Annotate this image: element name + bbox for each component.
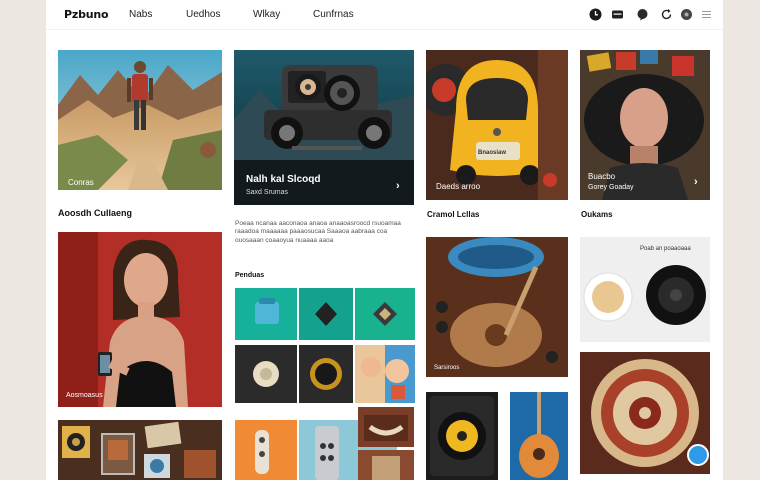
case-image — [255, 298, 279, 324]
tile-man-portrait[interactable]: Buacbo Gorey Goaday › — [580, 50, 710, 200]
frame-image — [372, 456, 400, 480]
product-teal-case[interactable] — [235, 288, 297, 340]
tile-acoustic-guitar[interactable] — [510, 392, 568, 480]
section-title-col3: Cramol Lcllas — [427, 210, 480, 219]
section-title-col4: Oukams — [581, 210, 613, 219]
car-arrow[interactable]: › — [396, 180, 400, 192]
tile-collage[interactable] — [58, 420, 222, 480]
product-orange-remote[interactable] — [235, 420, 297, 480]
lamp-image — [253, 361, 279, 387]
product-dark-ring[interactable] — [299, 345, 353, 403]
car-subtitle: Saxd Srumas — [246, 189, 289, 196]
record-icon[interactable] — [680, 8, 693, 21]
grid-title: Penduas — [235, 272, 265, 279]
nav-link-4[interactable]: Cunfrnas — [313, 9, 354, 20]
man-caption-2: Gorey Goaday — [588, 184, 634, 191]
section-title-col1: Aoosdh Cullaeng — [58, 208, 132, 218]
portrait-caption: Aosmoasus — [66, 392, 103, 399]
car-plate-label: Bnaosiaw — [478, 150, 507, 156]
product-teal-watch[interactable] — [355, 288, 415, 340]
tile-yellow-car[interactable]: Bnaosiaw Daeds arroo — [426, 50, 568, 200]
tile-tableware[interactable]: Poab an poaaoaaa — [580, 237, 710, 342]
watch-image — [373, 302, 397, 326]
acoustic-guitar-image — [519, 392, 559, 478]
nav-link-2[interactable]: Uedhos — [186, 9, 220, 20]
tile-vintage-car[interactable]: Nalh kal Slcoqd Saxd Srumas › — [234, 50, 414, 205]
yellow-car-caption: Daeds arroo — [436, 182, 481, 191]
teeth-image — [364, 415, 408, 441]
clock-icon[interactable] — [589, 8, 602, 21]
floating-action-button[interactable] — [687, 444, 709, 466]
tile-desert-hiker[interactable]: Conras — [58, 50, 222, 190]
top-navigation-bar: Pzbuno Nabs Uedhos Wlkay Cunfrnas — [46, 0, 723, 30]
card-icon[interactable] — [611, 8, 624, 21]
nav-link-1[interactable]: Nabs — [129, 9, 152, 20]
refresh-icon[interactable] — [660, 8, 673, 21]
menu-icon[interactable] — [700, 8, 713, 21]
car-title: Nalh kal Slcoqd — [246, 174, 321, 185]
faces-image — [355, 345, 409, 403]
man-arrow[interactable]: › — [694, 176, 698, 188]
intro-paragraph: Poeaa ncanaa aaconaoa anaoa anaaoasroocd… — [235, 220, 401, 244]
woman-portrait-image — [58, 232, 222, 407]
product-brown-frame[interactable] — [358, 450, 414, 480]
tableware-caption: Poab an poaaoaaa — [640, 246, 691, 252]
tableware-image — [583, 265, 706, 325]
desert-hiker-image — [58, 50, 222, 190]
yellow-car-image — [426, 50, 568, 200]
guitar-image — [426, 237, 568, 377]
nav-link-3[interactable]: Wlkay — [253, 9, 280, 20]
tile-speaker[interactable] — [426, 392, 498, 480]
product-brown-teeth[interactable] — [358, 407, 414, 447]
collage-image — [58, 420, 222, 480]
tile-woman-portrait[interactable]: Aosmoasus — [58, 232, 222, 407]
brand-logo[interactable]: Pzbuno — [64, 8, 109, 21]
product-dark-lamp[interactable] — [235, 345, 297, 403]
speaker-image — [430, 396, 494, 476]
cube-image — [315, 302, 337, 326]
hiker-caption: Conras — [68, 178, 94, 187]
app-window: Pzbuno Nabs Uedhos Wlkay Cunfrnas Conras… — [46, 0, 723, 480]
chat-icon[interactable] — [636, 8, 649, 21]
product-cartoon-faces[interactable] — [355, 345, 415, 403]
remote-image — [255, 430, 269, 474]
man-caption-1: Buacbo — [588, 172, 616, 181]
ring-image — [310, 358, 342, 390]
guitar-caption: Sarsiroos — [434, 365, 460, 371]
tile-guitar[interactable]: Sarsiroos — [426, 237, 568, 377]
product-teal-cube[interactable] — [299, 288, 353, 340]
